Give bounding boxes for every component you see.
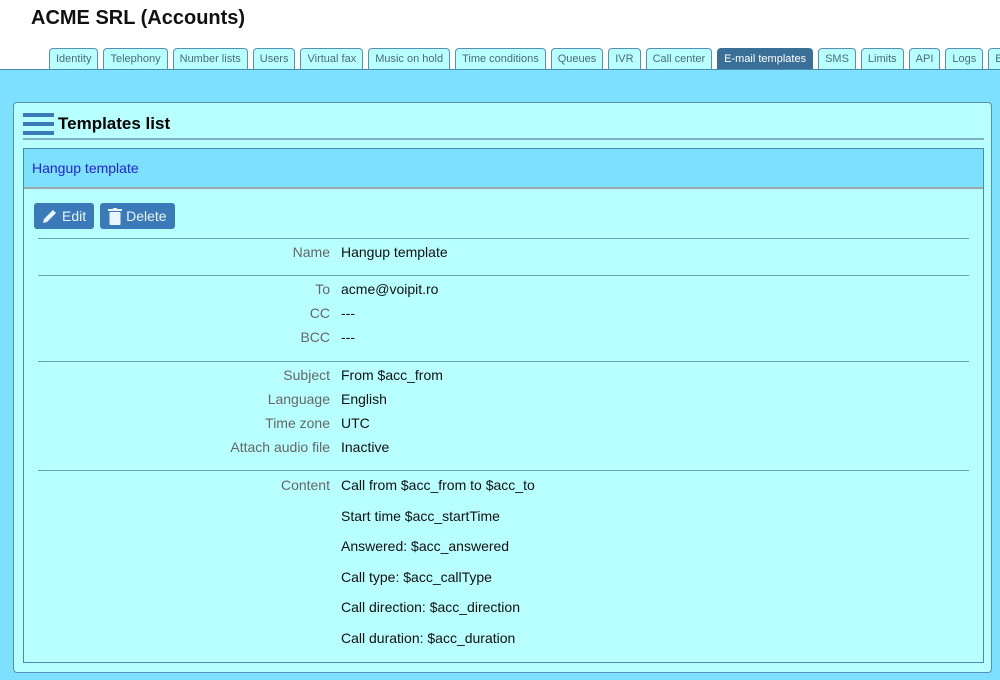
field-label: Subject	[283, 367, 330, 383]
field-value: Inactive	[341, 439, 390, 455]
tab-ivr[interactable]: IVR	[608, 48, 641, 70]
tab-call-center[interactable]: Call center	[645, 48, 713, 70]
field-row: Attach audio file Inactive	[24, 439, 985, 455]
tab-telephony[interactable]: Telephony	[103, 48, 168, 70]
field-label: Content	[280, 477, 330, 493]
content-line: Call type: $acc_callType	[24, 569, 985, 585]
content-line: Answered: $acc_answered	[24, 538, 985, 554]
content-line: Start time $acc_startTime	[24, 508, 985, 524]
field-row: Time zone UTC	[24, 415, 985, 431]
field-value: ---	[341, 329, 355, 345]
pencil-icon	[43, 210, 56, 223]
content-text: Call from $acc_from to $acc_to	[341, 477, 535, 493]
tab-api[interactable]: API	[908, 48, 941, 70]
field-row: CC ---	[24, 305, 985, 321]
tab-e-mail-templates[interactable]: E-mail templates	[717, 48, 814, 70]
field-label: Language	[267, 391, 330, 407]
field-label	[24, 508, 341, 524]
content-text: Call type: $acc_callType	[341, 568, 492, 585]
page-title: ACME SRL (Accounts)	[31, 7, 246, 29]
field-label: Time zone	[265, 415, 330, 431]
divider	[38, 238, 969, 239]
divider	[38, 275, 969, 276]
hamburger-icon[interactable]	[23, 111, 54, 137]
field-label	[24, 538, 341, 554]
content-text: Call direction: $acc_direction	[341, 599, 520, 615]
tab-users[interactable]: Users	[252, 48, 296, 70]
delete-label: Delete	[126, 208, 167, 224]
field-label: CC	[309, 305, 330, 321]
content-line: Content Call from $acc_from to $acc_to	[24, 477, 985, 493]
tab-time-conditions[interactable]: Time conditions	[455, 48, 546, 70]
tab-limits[interactable]: Limits	[860, 48, 904, 70]
tab-number-lists[interactable]: Number lists	[172, 48, 248, 70]
content-text: Start time $acc_startTime	[341, 507, 500, 524]
field-label: Attach audio file	[230, 439, 330, 455]
field-row: Name Hangup template	[24, 244, 985, 260]
tab-music-on-hold[interactable]: Music on hold	[368, 48, 451, 70]
divider	[38, 361, 969, 362]
edit-label: Edit	[62, 208, 87, 224]
divider	[23, 138, 984, 140]
tab-sms[interactable]: SMS	[818, 48, 856, 70]
content-text: Answered: $acc_answered	[341, 538, 510, 554]
field-value: From $acc_from	[341, 367, 443, 383]
field-value: acme@voipit.ro	[341, 281, 439, 297]
field-row: Language English	[24, 391, 985, 407]
field-label: Name	[292, 244, 330, 260]
tab-logs[interactable]: Logs	[945, 48, 984, 70]
field-value: ---	[341, 305, 355, 321]
content-line: Call direction: $acc_direction	[24, 599, 985, 615]
templates-panel: Templates list Hangup template Edit Dele…	[13, 102, 992, 673]
field-row: To acme@voipit.ro	[24, 281, 985, 297]
field-value: Hangup template	[341, 244, 448, 260]
tab-identity[interactable]: Identity	[49, 48, 99, 70]
trash-icon	[108, 207, 123, 225]
template-name-link[interactable]: Hangup template	[32, 160, 139, 176]
field-row: Subject From $acc_from	[24, 367, 985, 383]
template-details: Hangup template Edit Delete Name Hangup t…	[23, 148, 984, 663]
edit-button[interactable]: Edit	[34, 203, 95, 229]
field-label	[24, 630, 341, 646]
tab-queues[interactable]: Queues	[550, 48, 604, 70]
content-line: Call duration: $acc_duration	[24, 630, 985, 646]
field-label: To	[315, 281, 330, 297]
field-value: UTC	[341, 415, 370, 431]
template-header[interactable]: Hangup template	[24, 149, 983, 189]
field-row: BCC ---	[24, 329, 985, 345]
delete-button[interactable]: Delete	[100, 203, 175, 229]
field-label: BCC	[300, 329, 330, 345]
tab-billing[interactable]: Billing	[988, 48, 1000, 70]
field-label	[24, 599, 341, 615]
field-label	[24, 569, 341, 585]
divider	[38, 470, 969, 471]
tab-bar: Identity Telephony Number lists Users Virtua…	[49, 48, 1000, 70]
tab-virtual-fax[interactable]: Virtual fax	[300, 48, 364, 70]
panel-title: Templates list	[58, 114, 171, 133]
field-value: English	[341, 391, 387, 407]
content-text: Call duration: $acc_duration	[341, 629, 516, 646]
